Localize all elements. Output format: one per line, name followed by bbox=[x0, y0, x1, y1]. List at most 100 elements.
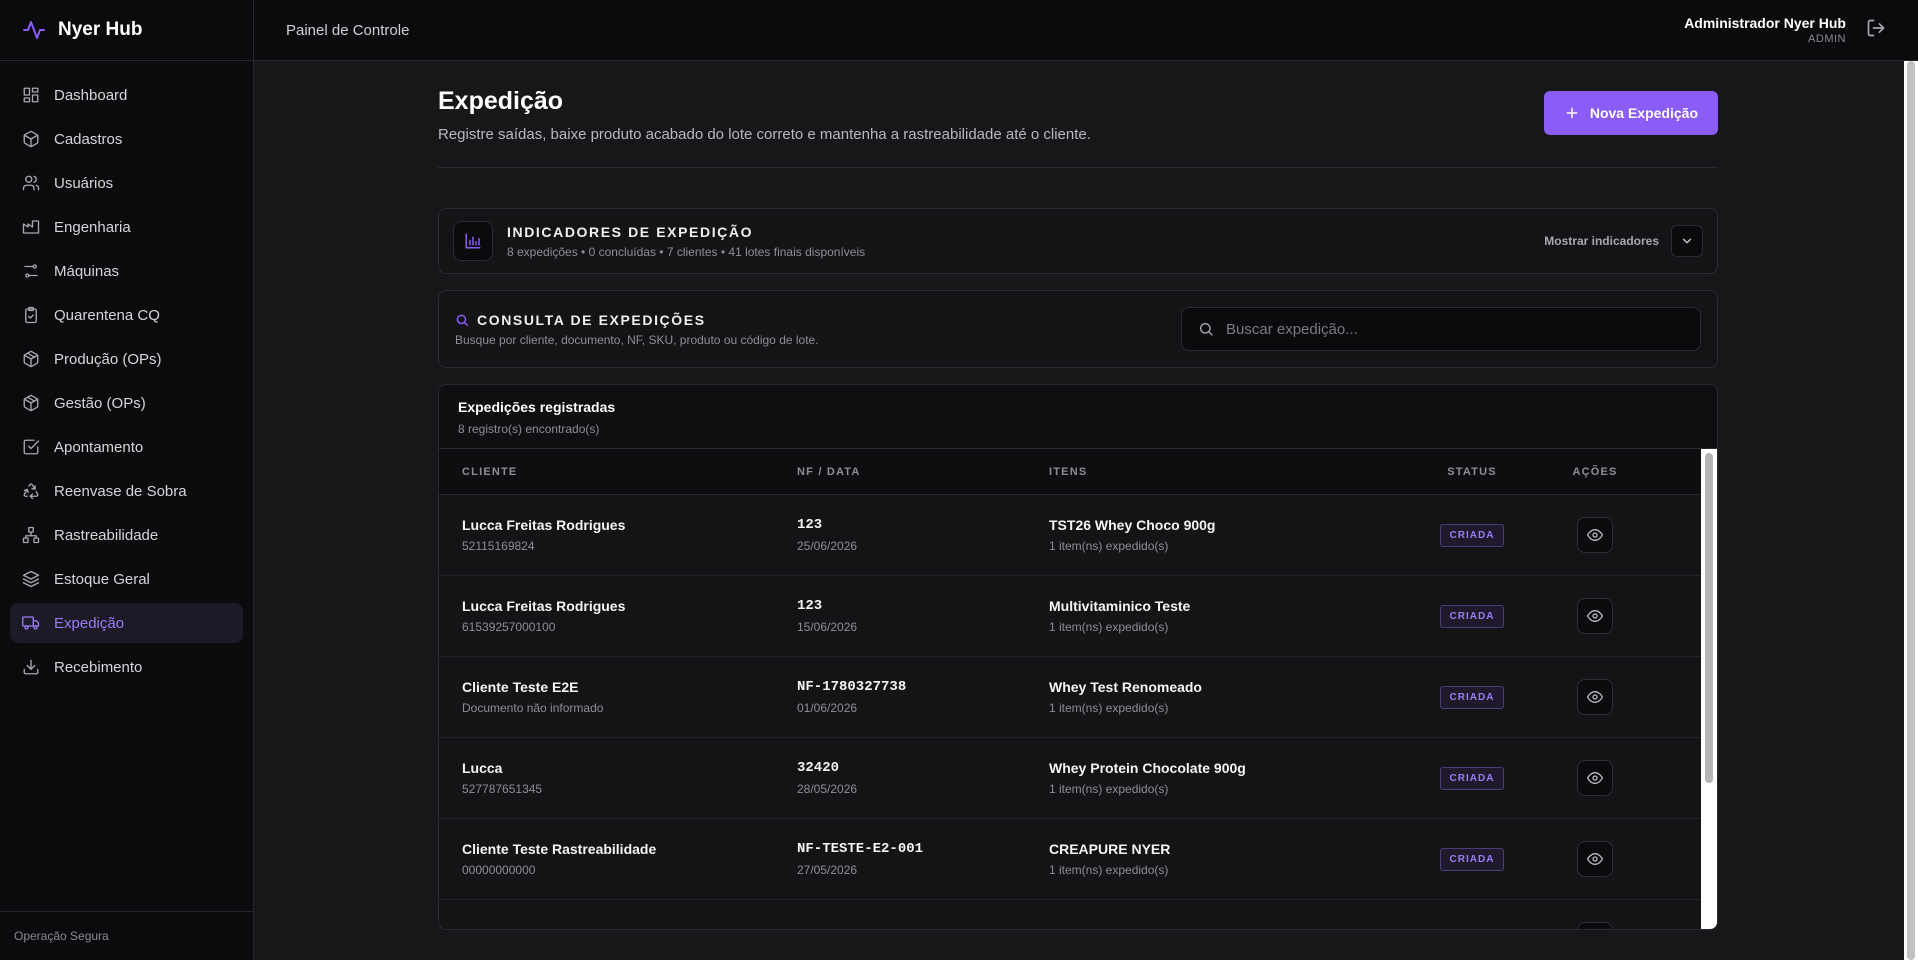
table-column-headers: CLIENTE NF / DATA ITENS STATUS AÇÕES bbox=[439, 449, 1717, 495]
eye-icon bbox=[1587, 772, 1603, 784]
pulse-logo-icon bbox=[23, 21, 45, 39]
truck-icon bbox=[22, 616, 40, 630]
status-badge: CRIADA bbox=[1439, 523, 1505, 547]
brand-name: Nyer Hub bbox=[58, 19, 143, 40]
view-button[interactable] bbox=[1577, 760, 1613, 796]
sidebar-item-label: Recebimento bbox=[54, 658, 143, 676]
status-badge: CRIADA bbox=[1439, 928, 1505, 929]
search-box[interactable] bbox=[1181, 307, 1701, 351]
sidebar-item-label: Máquinas bbox=[54, 262, 120, 280]
client-name: Cliente Teste E2E bbox=[462, 679, 579, 695]
page-title: Expedição bbox=[438, 87, 564, 115]
sidebar-item-estoque-geral[interactable]: Estoque Geral bbox=[10, 559, 243, 599]
table-count: 8 registro(s) encontrado(s) bbox=[458, 422, 600, 436]
table-row[interactable]: Cliente Teste E2E Documento não informad… bbox=[439, 657, 1717, 738]
view-button[interactable] bbox=[1577, 679, 1613, 715]
content-area: Expedição Registre saídas, baixe produto… bbox=[254, 61, 1918, 960]
topbar: Painel de Controle Administrador Nyer Hu… bbox=[254, 0, 1918, 61]
nf-date: 27/05/2026 bbox=[797, 863, 858, 877]
sidebar-item-label: Rastreabilidade bbox=[54, 526, 159, 544]
sidebar-item-gestao-ops[interactable]: Gestão (OPs) bbox=[10, 383, 243, 423]
nf-number: NF-TESTE-E2-001 bbox=[797, 841, 924, 857]
column-header-cliente: CLIENTE bbox=[462, 465, 518, 478]
table-title: Expedições registradas bbox=[458, 399, 616, 415]
user-box: Administrador Nyer Hub ADMIN bbox=[1684, 15, 1886, 45]
search-title-icon bbox=[456, 314, 468, 326]
logout-icon[interactable] bbox=[1866, 18, 1886, 43]
page-header: Expedição Registre saídas, baixe produto… bbox=[438, 85, 1718, 168]
table-row[interactable]: Lucca Freitas Rodrigues 61539257000100 1… bbox=[439, 576, 1717, 657]
sidebar-item-cadastros[interactable]: Cadastros bbox=[10, 119, 243, 159]
chevron-down-icon[interactable] bbox=[1671, 225, 1703, 257]
indicators-title: INDICADORES DE EXPEDIÇÃO bbox=[507, 223, 754, 240]
sidebar-item-producao-ops[interactable]: Produção (OPs) bbox=[10, 339, 243, 379]
table-scrollbar-thumb[interactable] bbox=[1705, 453, 1713, 783]
sidebar-item-label: Estoque Geral bbox=[54, 570, 150, 588]
nf-number: NF-1780327738 bbox=[797, 679, 907, 695]
sidebar-item-label: Cadastros bbox=[54, 130, 123, 148]
table-row[interactable]: Lucca Freitas Rodrigues 52115169824 123 … bbox=[439, 495, 1717, 576]
item-count: 1 item(ns) expedido(s) bbox=[1049, 782, 1169, 796]
indicators-toggle[interactable]: Mostrar indicadores bbox=[1544, 225, 1703, 257]
view-button[interactable] bbox=[1577, 922, 1613, 929]
status-badge: CRIADA bbox=[1439, 685, 1505, 709]
view-button[interactable] bbox=[1577, 517, 1613, 553]
item-count: 1 item(ns) expedido(s) bbox=[1049, 701, 1169, 715]
sidebar-nav: Dashboard Cadastros Usuários Engenharia Máqu… bbox=[0, 61, 253, 911]
sidebar-item-reenvase-de-sobra[interactable]: Reenvase de Sobra bbox=[10, 471, 243, 511]
view-button[interactable] bbox=[1577, 598, 1613, 634]
client-name: Lucca Teste bbox=[462, 929, 797, 930]
sidebar-item-label: Usuários bbox=[54, 174, 114, 192]
view-button[interactable] bbox=[1577, 841, 1613, 877]
sidebar-item-dashboard[interactable]: Dashboard bbox=[10, 75, 243, 115]
table-row[interactable]: Lucca 527787651345 32420 28/05/2026 Whey… bbox=[439, 738, 1717, 819]
page-subtitle: Registre saídas, baixe produto acabado d… bbox=[438, 126, 1091, 143]
sidebar-item-label: Produção (OPs) bbox=[54, 350, 162, 368]
sidebar-item-usuarios[interactable]: Usuários bbox=[10, 163, 243, 203]
item-name: TST26 Whey Choco 900g bbox=[1049, 517, 1216, 533]
topbar-title: Painel de Controle bbox=[286, 21, 410, 39]
sidebar-item-label: Quarentena CQ bbox=[54, 306, 160, 324]
sidebar-item-engenharia[interactable]: Engenharia bbox=[10, 207, 243, 247]
brand[interactable]: Nyer Hub bbox=[0, 0, 253, 61]
page-scrollbar[interactable] bbox=[1904, 61, 1918, 960]
table-row[interactable]: Lucca Teste 123 Multivitaminico CRIADA bbox=[439, 900, 1717, 930]
item-name: Whey Test Renomeado bbox=[1049, 679, 1202, 695]
bar-chart-icon bbox=[453, 221, 493, 261]
table-scrollbar[interactable] bbox=[1701, 449, 1717, 929]
user-info: Administrador Nyer Hub ADMIN bbox=[1684, 15, 1846, 45]
main-area: Painel de Controle Administrador Nyer Hu… bbox=[254, 0, 1918, 960]
nf-number: 32420 bbox=[797, 760, 840, 776]
sidebar-item-label: Gestão (OPs) bbox=[54, 394, 146, 412]
search-icon bbox=[1200, 323, 1213, 336]
page-scrollbar-thumb[interactable] bbox=[1907, 61, 1915, 960]
nf-number: 123 bbox=[797, 598, 823, 614]
nf-date: 25/06/2026 bbox=[797, 539, 858, 553]
user-name: Administrador Nyer Hub bbox=[1684, 15, 1846, 31]
sidebar-item-label: Engenharia bbox=[54, 218, 131, 236]
column-header-acoes: AÇÕES bbox=[1572, 465, 1618, 478]
new-expedition-button[interactable]: Nova Expedição bbox=[1543, 91, 1718, 135]
eye-icon bbox=[1587, 691, 1603, 703]
indicators-summary: 8 expedições • 0 concluídas • 7 clientes… bbox=[507, 244, 866, 259]
nf-date: 28/05/2026 bbox=[797, 782, 858, 796]
clipboard-icon bbox=[25, 306, 37, 324]
search-input[interactable] bbox=[1226, 320, 1684, 338]
item-count: 1 item(ns) expedido(s) bbox=[1049, 863, 1169, 877]
sidebar-item-recebimento[interactable]: Recebimento bbox=[10, 647, 243, 687]
search-title: CONSULTA DE EXPEDIÇÕES bbox=[477, 311, 706, 328]
eye-icon bbox=[1587, 529, 1603, 541]
status-badge: CRIADA bbox=[1439, 766, 1505, 790]
sidebar-item-apontamento[interactable]: Apontamento bbox=[10, 427, 243, 467]
sidebar-item-quarentena-cq[interactable]: Quarentena CQ bbox=[10, 295, 243, 335]
sidebar-item-rastreabilidade[interactable]: Rastreabilidade bbox=[10, 515, 243, 555]
client-document: 52115169824 bbox=[462, 539, 535, 553]
sidebar-item-maquinas[interactable]: Máquinas bbox=[10, 251, 243, 291]
nf-number: 123 bbox=[797, 517, 823, 533]
table-row[interactable]: Cliente Teste Rastreabilidade 0000000000… bbox=[439, 819, 1717, 900]
table-header: Expedições registradas 8 registro(s) enc… bbox=[439, 385, 1717, 449]
column-header-nf-data: NF / DATA bbox=[797, 465, 861, 478]
client-document: 61539257000100 bbox=[462, 620, 556, 634]
box-icon bbox=[23, 130, 39, 148]
sidebar-item-expedicao[interactable]: Expedição bbox=[10, 603, 243, 643]
